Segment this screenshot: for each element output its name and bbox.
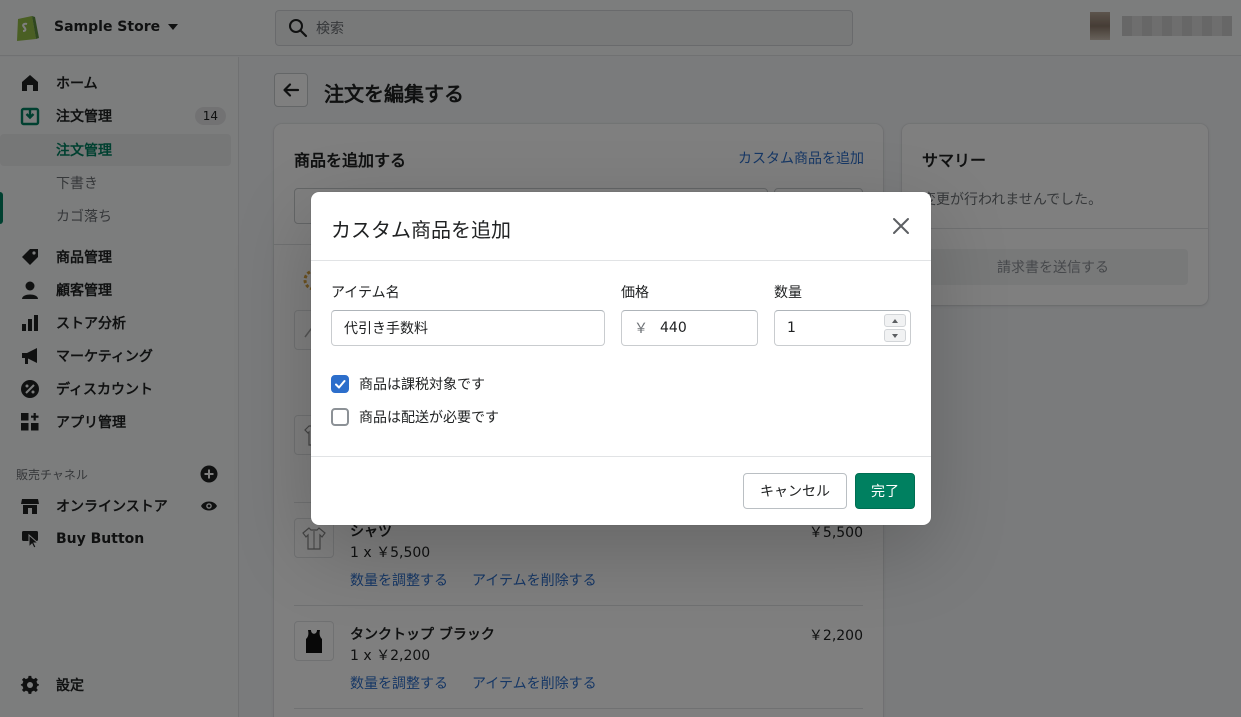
modal-divider xyxy=(311,260,931,261)
price-field[interactable]: ￥ 440 xyxy=(621,310,758,346)
decrement-button[interactable] xyxy=(884,329,906,342)
close-icon xyxy=(893,218,909,234)
item-name-value: 代引き手数料 xyxy=(344,321,428,337)
taxable-checkbox[interactable] xyxy=(331,375,349,393)
shipping-checkbox-row[interactable]: 商品は配送が必要です xyxy=(331,407,499,427)
price-value: 440 xyxy=(660,320,687,336)
modal-footer-divider xyxy=(311,456,931,457)
currency-prefix: ￥ xyxy=(634,321,648,337)
checkmark-icon xyxy=(335,380,346,389)
add-custom-item-modal: カスタム商品を追加 アイテム名 代引き手数料 価格 ￥ 440 数量 1 商品は… xyxy=(311,192,931,525)
taxable-checkbox-row[interactable]: 商品は課税対象です xyxy=(331,374,485,394)
quantity-label: 数量 xyxy=(774,285,802,301)
stepper-controls xyxy=(884,314,906,342)
chevron-up-icon xyxy=(892,318,898,323)
price-label: 価格 xyxy=(621,285,649,301)
quantity-value: 1 xyxy=(787,320,796,336)
done-button[interactable]: 完了 xyxy=(855,473,915,509)
shipping-checkbox[interactable] xyxy=(331,408,349,426)
quantity-stepper[interactable]: 1 xyxy=(774,310,911,346)
item-name-label: アイテム名 xyxy=(331,285,400,301)
chevron-down-icon xyxy=(892,333,898,338)
cancel-button[interactable]: キャンセル xyxy=(743,473,847,509)
item-name-field[interactable]: 代引き手数料 xyxy=(331,310,605,346)
increment-button[interactable] xyxy=(884,314,906,327)
taxable-label: 商品は課税対象です xyxy=(359,377,485,393)
modal-title: カスタム商品を追加 xyxy=(331,218,511,242)
shipping-label: 商品は配送が必要です xyxy=(359,410,499,426)
close-button[interactable] xyxy=(889,214,913,238)
